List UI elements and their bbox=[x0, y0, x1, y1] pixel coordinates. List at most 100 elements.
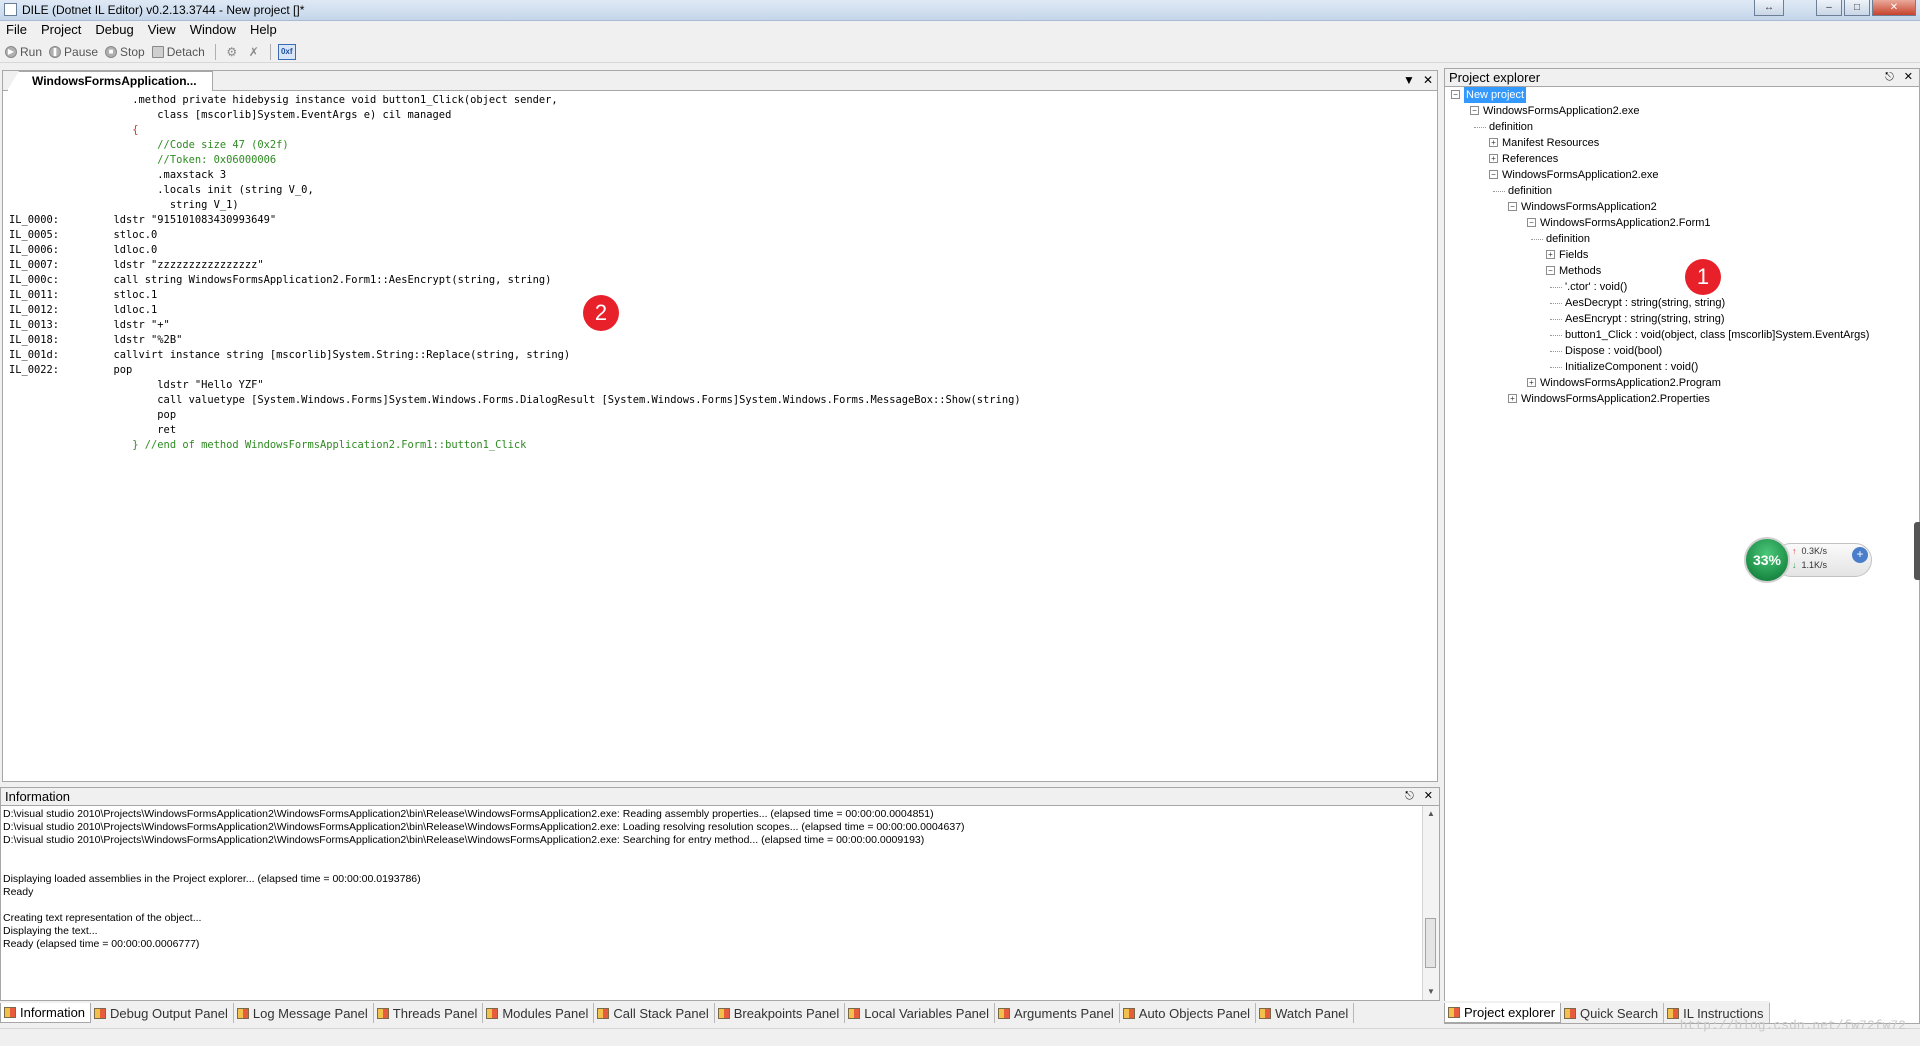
tree-node[interactable]: AesEncrypt : string(string, string) bbox=[1451, 311, 1919, 327]
scroll-down-icon[interactable]: ▼ bbox=[1423, 984, 1439, 1000]
tree-node[interactable]: − WindowsFormsApplication2.exe bbox=[1451, 103, 1919, 119]
code-line: IL_0022: pop bbox=[5, 363, 1435, 378]
collapse-icon[interactable]: − bbox=[1546, 266, 1555, 275]
tree-connector bbox=[1550, 335, 1562, 336]
expand-icon[interactable]: + bbox=[1546, 250, 1555, 259]
tree-node[interactable]: + WindowsFormsApplication2.Program bbox=[1451, 375, 1919, 391]
code-line: class [mscorlib]System.EventArgs e) cil … bbox=[5, 108, 1435, 123]
collapse-icon[interactable]: − bbox=[1527, 218, 1536, 227]
bottom-tab[interactable]: Breakpoints Panel bbox=[715, 1003, 846, 1023]
pin-icon[interactable]: ⎋ bbox=[1405, 788, 1414, 805]
menu-window[interactable]: Window bbox=[183, 21, 243, 39]
minimize-button[interactable]: – bbox=[1816, 0, 1842, 16]
bottom-tab[interactable]: Modules Panel bbox=[483, 1003, 595, 1023]
panel-icon bbox=[1122, 1007, 1135, 1019]
information-scrollbar[interactable]: ▲ ▼ bbox=[1422, 806, 1439, 1000]
tree-node[interactable]: button1_Click : void(object, class [msco… bbox=[1451, 327, 1919, 343]
tree-node[interactable]: + Manifest Resources bbox=[1451, 135, 1919, 151]
bottom-tab[interactable]: Auto Objects Panel bbox=[1120, 1003, 1257, 1023]
bottom-tab[interactable]: Local Variables Panel bbox=[845, 1003, 996, 1023]
menu-help[interactable]: Help bbox=[243, 21, 284, 39]
close-tab-icon[interactable]: ✕ bbox=[1423, 73, 1433, 87]
network-speed-widget[interactable]: 33% ↑ 0.3K/s ↓ 1.1K/s + bbox=[1744, 537, 1874, 583]
tree-node[interactable]: InitializeComponent : void() bbox=[1451, 359, 1919, 375]
pause-button[interactable]: ❚ Pause bbox=[47, 42, 103, 62]
close-button[interactable]: ✕ bbox=[1872, 0, 1916, 16]
app-icon bbox=[4, 3, 17, 16]
edge-handle[interactable] bbox=[1914, 522, 1920, 580]
pin-icon[interactable]: ⎋ bbox=[1885, 69, 1894, 86]
tree-node[interactable]: + WindowsFormsApplication2.Properties bbox=[1451, 391, 1919, 407]
panel-icon bbox=[94, 1007, 107, 1019]
tree-node[interactable]: − WindowsFormsApplication2.exe bbox=[1451, 167, 1919, 183]
bottom-tab[interactable]: Quick Search bbox=[1561, 1003, 1665, 1023]
menu-debug[interactable]: Debug bbox=[88, 21, 140, 39]
close-panel-icon[interactable]: ✕ bbox=[1904, 69, 1913, 86]
close-panel-icon[interactable]: ✕ bbox=[1424, 788, 1433, 805]
tree-node[interactable]: − New project bbox=[1451, 87, 1919, 103]
code-line: IL_0011: stloc.1 bbox=[5, 288, 1435, 303]
bottom-tab-label: Debug Output Panel bbox=[110, 1005, 228, 1021]
code-line: IL_0000: ldstr "915101083430993649" bbox=[5, 213, 1435, 228]
bottom-tab[interactable]: Arguments Panel bbox=[995, 1003, 1120, 1023]
expand-icon[interactable]: + bbox=[1489, 154, 1498, 163]
expand-icon[interactable]: + bbox=[1527, 378, 1536, 387]
il-code-text: ldstr "%2B" bbox=[101, 334, 183, 346]
collapse-icon[interactable]: − bbox=[1451, 90, 1460, 99]
il-offset-label: IL_0011: bbox=[9, 289, 60, 301]
maximize-button[interactable]: □ bbox=[1844, 0, 1870, 16]
scroll-thumb[interactable] bbox=[1425, 918, 1436, 968]
code-line: .maxstack 3 bbox=[5, 168, 1435, 183]
bottom-tab[interactable]: Information bbox=[0, 1003, 92, 1023]
stop-button[interactable]: ■ Stop bbox=[103, 42, 150, 62]
tree-node-label: definition bbox=[1546, 233, 1591, 245]
collapse-icon[interactable]: − bbox=[1508, 202, 1517, 211]
add-icon[interactable]: + bbox=[1852, 547, 1868, 563]
collapse-icon[interactable]: − bbox=[1489, 170, 1498, 179]
tree-node[interactable]: definition bbox=[1451, 119, 1919, 135]
tree-node[interactable]: − WindowsFormsApplication2 bbox=[1451, 199, 1919, 215]
tree-node[interactable]: definition bbox=[1451, 231, 1919, 247]
il-offset-label: IL_0013: bbox=[9, 319, 60, 331]
collapse-icon[interactable]: − bbox=[1470, 106, 1479, 115]
scroll-up-icon[interactable]: ▲ bbox=[1423, 806, 1439, 822]
document-tab[interactable]: WindowsFormsApplication... bbox=[7, 71, 213, 91]
toolbar: ▶ Run ❚ Pause ■ Stop Detach ⚙ ✗ 0xf bbox=[0, 41, 1920, 63]
menu-view[interactable]: View bbox=[141, 21, 183, 39]
tree-node[interactable]: definition bbox=[1451, 183, 1919, 199]
bottom-tab-label: Auto Objects Panel bbox=[1138, 1005, 1251, 1021]
hex-display-icon[interactable]: 0xf bbox=[277, 43, 296, 60]
bottom-tab[interactable]: Debug Output Panel bbox=[91, 1003, 234, 1023]
il-code-text: pop bbox=[101, 409, 177, 421]
detach-button[interactable]: Detach bbox=[150, 42, 210, 62]
run-button[interactable]: ▶ Run bbox=[3, 42, 47, 62]
bottom-tab[interactable]: Watch Panel bbox=[1256, 1003, 1355, 1023]
window-title: DILE (Dotnet IL Editor) v0.2.13.3744 - N… bbox=[22, 3, 305, 17]
tree-node[interactable]: + References bbox=[1451, 151, 1919, 167]
tree-node[interactable]: + Fields bbox=[1451, 247, 1919, 263]
detach-process-icon[interactable]: ✗ bbox=[246, 44, 262, 60]
menu-file[interactable]: File bbox=[0, 21, 34, 39]
tree-connector bbox=[1550, 319, 1562, 320]
tree-node[interactable]: Dispose : void(bool) bbox=[1451, 343, 1919, 359]
bottom-tab[interactable]: Log Message Panel bbox=[234, 1003, 374, 1023]
tree-node[interactable]: AesDecrypt : string(string, string) bbox=[1451, 295, 1919, 311]
expand-icon[interactable]: + bbox=[1508, 394, 1517, 403]
tree-connector bbox=[1550, 287, 1562, 288]
bottom-tab[interactable]: Project explorer bbox=[1444, 1003, 1562, 1023]
attach-process-icon[interactable]: ⚙ bbox=[224, 44, 240, 60]
window-switch-button[interactable]: ↔ bbox=[1754, 0, 1784, 16]
tree-node[interactable]: − WindowsFormsApplication2.Form1 bbox=[1451, 215, 1919, 231]
log-line: Displaying the text... bbox=[3, 925, 98, 937]
il-code-view[interactable]: .method private hidebysig instance void … bbox=[5, 93, 1435, 779]
bottom-tab[interactable]: Threads Panel bbox=[374, 1003, 484, 1023]
expand-icon[interactable]: + bbox=[1489, 138, 1498, 147]
menu-project[interactable]: Project bbox=[34, 21, 88, 39]
tree-node-label: References bbox=[1502, 153, 1559, 165]
tab-list-dropdown-icon[interactable]: ▼ bbox=[1403, 73, 1415, 87]
panel-icon bbox=[848, 1007, 861, 1019]
il-code-text: callvirt instance string [mscorlib]Syste… bbox=[101, 349, 571, 361]
bottom-tab[interactable]: Call Stack Panel bbox=[594, 1003, 715, 1023]
tree-connector bbox=[1550, 367, 1562, 368]
